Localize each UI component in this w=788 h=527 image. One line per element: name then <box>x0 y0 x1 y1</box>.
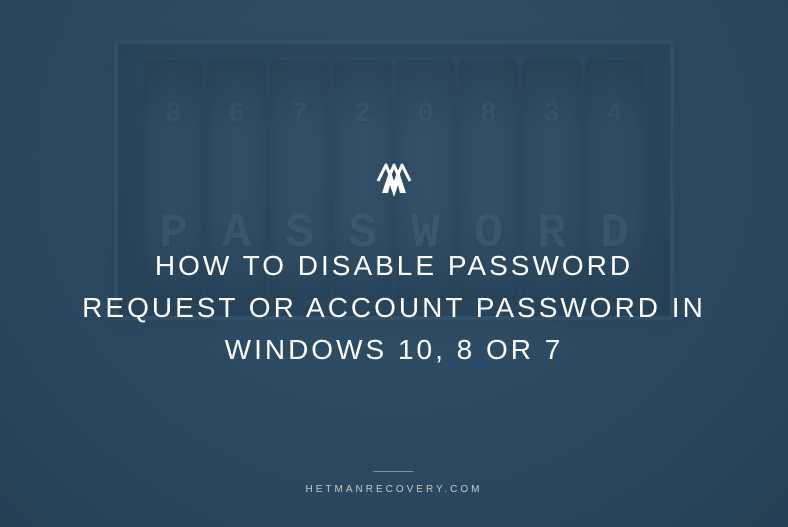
page-title: HOW TO DISABLE PASSWORD REQUEST OR ACCOU… <box>80 245 708 371</box>
footer-divider <box>374 471 414 472</box>
hero-container: 8 P 6 A 7 S 2 S 0 W 8 O <box>0 0 788 527</box>
hetman-logo-icon <box>370 157 418 205</box>
footer: HETMANRECOVERY.COM <box>306 471 483 495</box>
content-block: HOW TO DISABLE PASSWORD REQUEST OR ACCOU… <box>0 157 788 371</box>
footer-text: HETMANRECOVERY.COM <box>306 484 483 495</box>
